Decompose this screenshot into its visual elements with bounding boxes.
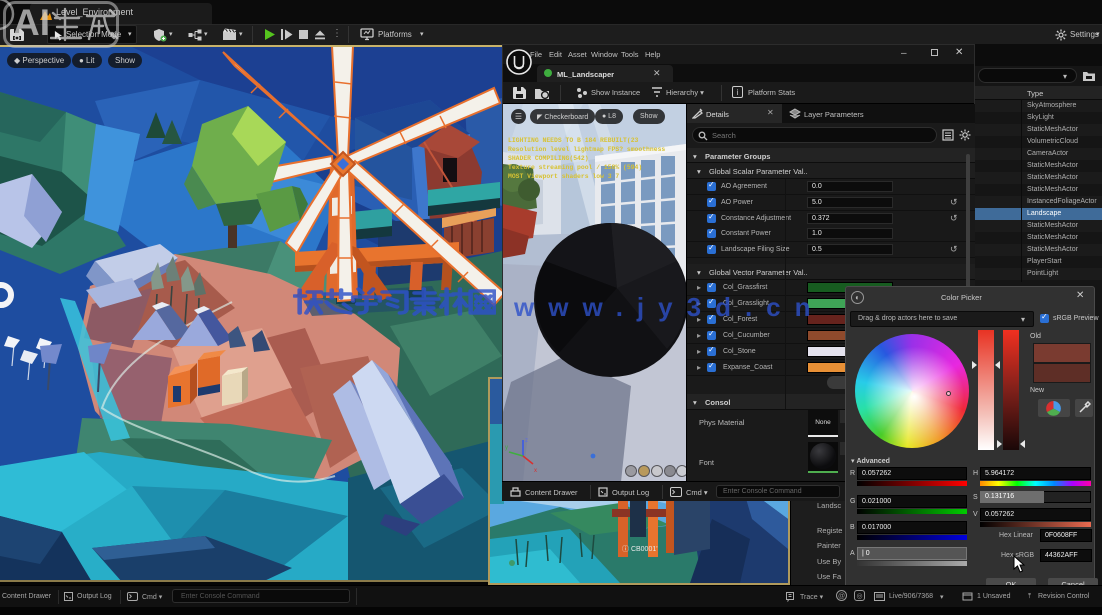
svg-text:Texture streaming pool / 158%: Texture streaming pool / 158% (594): [508, 164, 642, 171]
svg-text:x: x: [534, 468, 537, 474]
svg-text:SHADER COMPILING(542): SHADER COMPILING(542): [508, 155, 589, 162]
svg-text:ⓘ CB0001': ⓘ CB0001': [622, 545, 658, 553]
svg-text:z: z: [525, 438, 528, 444]
svg-text:Resolution level lightmap FPS?: Resolution level lightmap FPS? smoothnes…: [508, 146, 665, 153]
svg-text:MOST Viewport shaders low 3 7: MOST Viewport shaders low 3 7: [508, 173, 619, 180]
svg-text:LIGHTING NEEDS TO B 184 REBUIL: LIGHTING NEEDS TO B 184 REBUILT(23: [508, 137, 639, 144]
svg-text:y: y: [505, 445, 508, 451]
